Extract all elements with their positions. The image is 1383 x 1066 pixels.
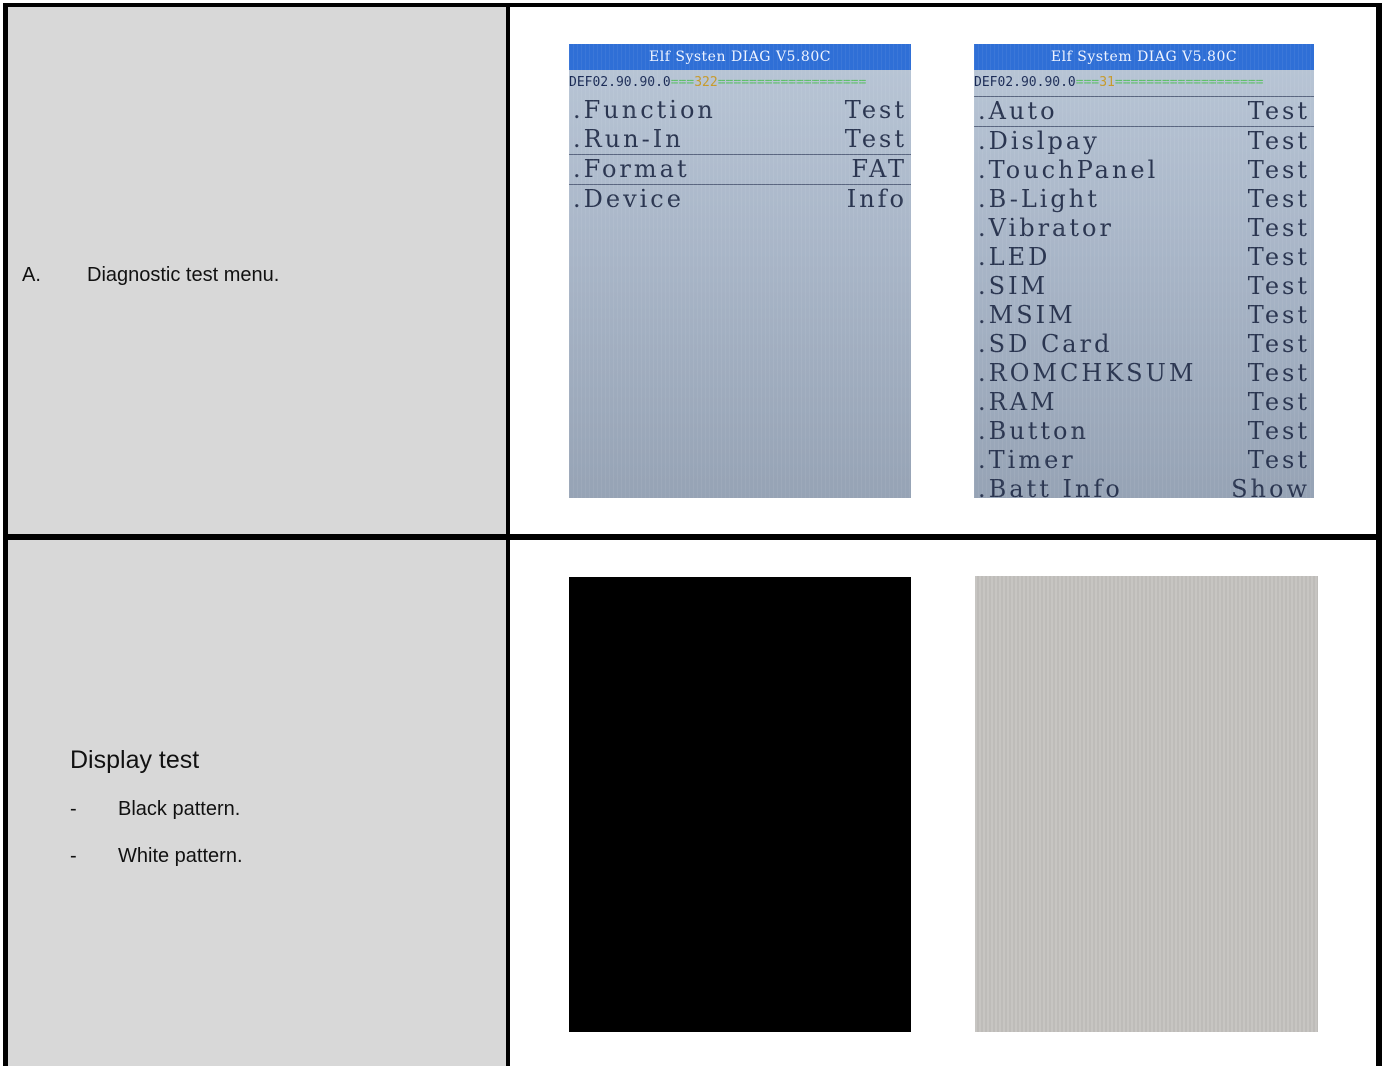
menu-item-label: .SD Card: [978, 330, 1113, 358]
function-test-menu-list: .Auto Test .Dislpay Test .TouchPanel Test .B-L…: [974, 96, 1314, 498]
lcd-title-bar: Elf Systen DIAG V5.80C: [569, 44, 911, 70]
menu-item[interactable]: .LED Test: [974, 243, 1314, 272]
lcd-status-line: DEF02.90.90.0===322===================: [569, 75, 867, 90]
lcd-status-line: DEF02.90.90.0===31===================: [974, 75, 1264, 90]
bullet-item-white: - White pattern.: [70, 845, 243, 868]
diagnostic-menu-caption: A. Diagnostic test menu.: [22, 264, 279, 287]
menu-item[interactable]: .B-Light Test: [974, 185, 1314, 214]
menu-item-label: .Format: [573, 155, 690, 183]
menu-item-label: .B-Light: [978, 185, 1100, 213]
menu-item-value: Test: [1247, 156, 1310, 184]
black-pattern-screen: [569, 577, 911, 1032]
status-id: DEF02.90.90.0: [974, 75, 1076, 90]
menu-item-value: FAT: [851, 155, 907, 183]
menu-item-label: .Run-In: [573, 125, 684, 153]
menu-item-label: .Function: [573, 96, 716, 124]
menu-item[interactable]: .Format FAT: [569, 154, 911, 185]
menu-item-label: .Timer: [978, 446, 1076, 474]
menu-item[interactable]: .Vibrator Test: [974, 214, 1314, 243]
menu-item[interactable]: .SD Card Test: [974, 330, 1314, 359]
menu-item[interactable]: .RAM Test: [974, 388, 1314, 417]
bullet-dash: -: [70, 845, 77, 867]
menu-item-label: .Auto: [978, 97, 1058, 125]
menu-item-value: Info: [846, 185, 907, 213]
menu-item[interactable]: .Button Test: [974, 417, 1314, 446]
menu-item[interactable]: .SIM Test: [974, 272, 1314, 301]
status-count: 322: [694, 75, 718, 90]
menu-item-label: .Dislpay: [978, 127, 1100, 155]
menu-item-value: Test: [1247, 214, 1310, 242]
menu-item-label: .Device: [573, 185, 684, 213]
menu-item-value: Test: [1247, 330, 1310, 358]
diag-main-menu-screen: Elf Systen DIAG V5.80C DEF02.90.90.0===3…: [569, 44, 911, 498]
menu-item[interactable]: .Batt Info Show: [974, 475, 1314, 498]
menu-item[interactable]: .TouchPanel Test: [974, 156, 1314, 185]
menu-item[interactable]: .MSIM Test: [974, 301, 1314, 330]
menu-item-label: .MSIM: [978, 301, 1076, 329]
menu-item-label: .RAM: [978, 388, 1058, 416]
function-test-menu-screen: Elf System DIAG V5.80C DEF02.90.90.0===3…: [974, 44, 1314, 498]
menu-item-value: Test: [1247, 388, 1310, 416]
menu-item-value: Test: [1247, 417, 1310, 445]
menu-item-value: Show: [1231, 475, 1310, 498]
menu-item[interactable]: .Function Test: [569, 96, 911, 125]
menu-item-value: Test: [1247, 127, 1310, 155]
menu-item-label: .ROMCHKSUM: [978, 359, 1197, 387]
menu-item-label: .LED: [978, 243, 1051, 271]
menu-item-value: Test: [1247, 359, 1310, 387]
bullet-text: White pattern.: [118, 845, 243, 867]
display-test-title: Display test: [70, 746, 200, 774]
status-count: 31: [1099, 75, 1115, 90]
menu-item-value: Test: [1247, 272, 1310, 300]
lcd-title-bar: Elf System DIAG V5.80C: [974, 44, 1314, 70]
menu-item-value: Test: [1247, 301, 1310, 329]
menu-item-label: .TouchPanel: [978, 156, 1159, 184]
menu-item-value: Test: [844, 96, 907, 124]
menu-item-label: .Vibrator: [978, 214, 1114, 242]
menu-item[interactable]: .Dislpay Test: [974, 127, 1314, 156]
menu-item-value: Test: [1247, 185, 1310, 213]
status-id: DEF02.90.90.0: [569, 75, 671, 90]
menu-item-label: .Batt Info: [978, 475, 1123, 498]
caption-number: A.: [22, 264, 41, 286]
menu-item[interactable]: .Device Info: [569, 185, 911, 214]
menu-item-value: Test: [1247, 446, 1310, 474]
menu-item[interactable]: .ROMCHKSUM Test: [974, 359, 1314, 388]
menu-item-label: .Button: [978, 417, 1089, 445]
menu-item[interactable]: .Run-In Test: [569, 125, 911, 154]
bullet-item-black: - Black pattern.: [70, 798, 240, 821]
menu-item[interactable]: .Timer Test: [974, 446, 1314, 475]
menu-item-value: Test: [1247, 97, 1310, 125]
menu-item-label: .SIM: [978, 272, 1049, 300]
caption-text: Diagnostic test menu.: [87, 264, 280, 286]
diag-main-menu-list: .Function Test .Run-In Test .Format FAT .Devic…: [569, 96, 911, 214]
bullet-text: Black pattern.: [118, 798, 241, 820]
menu-item-value: Test: [844, 125, 907, 153]
white-pattern-screen: [975, 576, 1318, 1032]
menu-item-value: Test: [1247, 243, 1310, 271]
menu-item[interactable]: .Auto Test: [974, 96, 1314, 127]
bullet-dash: -: [70, 798, 77, 820]
